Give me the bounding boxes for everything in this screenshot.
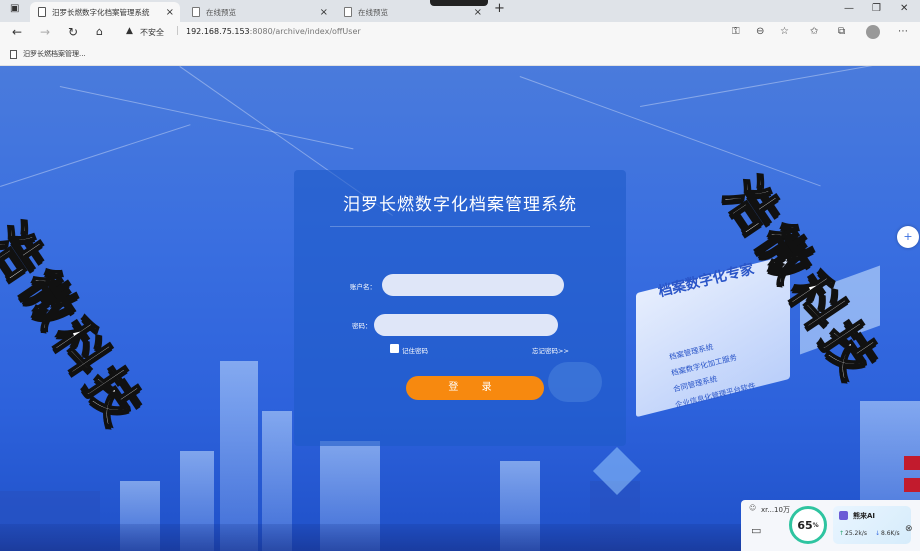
network-line [59, 86, 354, 150]
side-red-tab[interactable] [904, 456, 920, 470]
close-window-icon[interactable]: ✕ [900, 3, 908, 14]
key-icon[interactable]: ⚿ [732, 26, 740, 37]
security-label[interactable]: 不安全 [140, 27, 164, 38]
favorites-icon[interactable]: ✩ [810, 26, 818, 37]
ai-name: 熊来AI [853, 512, 876, 520]
document-icon [10, 49, 17, 59]
favorite-label: 汨罗长燃档案管理... [23, 50, 86, 58]
capture-toolbar [430, 0, 488, 6]
password-input[interactable] [374, 314, 558, 336]
forward-icon[interactable]: → [40, 25, 50, 39]
ai-card[interactable]: 熊来AI ↑ 25.2k/s ↓ 8.6K/s [833, 506, 911, 544]
document-icon [38, 7, 46, 17]
upload-icon: ↑ [839, 530, 845, 537]
download-icon: ↓ [875, 530, 881, 537]
new-tab-icon[interactable]: + [494, 1, 505, 16]
back-icon[interactable]: ← [12, 25, 22, 39]
login-title: 汨罗长燃数字化档案管理系统 [343, 195, 577, 215]
user-text: xr...10万 [761, 506, 790, 514]
chat-icon[interactable]: ▭ [751, 524, 761, 537]
user-icon: ☺ [749, 504, 757, 512]
side-plus-button[interactable]: + [897, 226, 919, 248]
remember-label[interactable]: 记住密码 [402, 345, 428, 355]
document-icon [192, 7, 200, 17]
separator: | [176, 26, 180, 36]
refresh-icon[interactable]: ↻ [68, 25, 78, 39]
remember-checkbox[interactable] [390, 344, 399, 353]
tab-title: 在线预览 [206, 7, 236, 17]
more-menu-icon[interactable]: ⋯ [898, 26, 908, 37]
minimize-icon[interactable]: — [844, 3, 854, 14]
side-red-tab[interactable] [904, 478, 920, 492]
forgot-password-link[interactable]: 忘记密码>> [532, 345, 569, 355]
building [220, 361, 258, 551]
download-speed: 8.6K/s [881, 530, 900, 537]
password-label: 密码： [352, 322, 372, 330]
upload-speed: 25.2k/s [845, 530, 867, 537]
gauge-unit: % [812, 521, 819, 529]
url-host: 192.168.75.153 [186, 27, 250, 36]
ai-logo-icon [839, 511, 848, 520]
tab-title: 在线预览 [358, 7, 388, 17]
tab-preview-1[interactable]: 在线预览 × [184, 2, 334, 22]
browser-tab-bar: ▣ 汨罗长燃数字化档案管理系统 × 在线预览 × 在线预览 × + — ❐ ✕ [0, 0, 920, 22]
login-button[interactable]: 登 录 [406, 376, 544, 400]
close-widget-icon[interactable]: ⊗ [905, 524, 913, 534]
favorite-link[interactable]: 汨罗长燃档案管理... [10, 49, 86, 59]
login-panel: 汨罗长燃数字化档案管理系统 账户名： 密码： 记住密码 忘记密码>> 登 录 [294, 170, 626, 446]
document-icon [344, 7, 352, 17]
network-line [640, 66, 897, 107]
zoom-icon[interactable]: ⊖ [756, 26, 764, 37]
watermark-left: 浩微科技 [0, 212, 157, 440]
address-bar: ← → ↻ ⌂ ▲ 不安全 | 192.168.75.153:8080/arch… [0, 22, 920, 44]
favorite-add-icon[interactable]: ☆ [780, 26, 789, 37]
network-widget: ☺ xr...10万 ▭ 65% 熊来AI ↑ 25.2k/s ↓ 8.6K/s… [741, 500, 920, 551]
tab-archive-system[interactable]: 汨罗长燃数字化档案管理系统 × [30, 2, 180, 22]
window-menu-icon[interactable]: ▣ [10, 3, 19, 14]
title-divider [330, 226, 590, 227]
url-path: :8080/archive/index/offUser [249, 27, 361, 36]
close-tab-icon[interactable]: × [320, 7, 328, 18]
favorites-bar: 汨罗长燃档案管理... [0, 44, 920, 66]
warning-icon[interactable]: ▲ [126, 26, 133, 36]
gauge-percent: 65 [797, 518, 813, 532]
username-label: 账户名： [350, 283, 376, 291]
network-line [0, 124, 191, 187]
speed-gauge[interactable]: 65% [789, 506, 827, 544]
home-icon[interactable]: ⌂ [96, 25, 103, 38]
close-tab-icon[interactable]: × [474, 7, 482, 18]
close-tab-icon[interactable]: × [166, 7, 174, 18]
username-input[interactable] [382, 274, 564, 296]
collections-icon[interactable]: ⧉ [838, 26, 845, 37]
login-page-background: 档案数字化专家 档案管理系统 档案数字化加工服务 合同管理系统 企业信息化管理平… [0, 66, 920, 551]
tab-title: 汨罗长燃数字化档案管理系统 [52, 7, 150, 17]
profile-avatar[interactable] [866, 25, 880, 39]
restore-icon[interactable]: ❐ [872, 3, 881, 14]
url-field[interactable]: 192.168.75.153:8080/archive/index/offUse… [186, 27, 361, 36]
